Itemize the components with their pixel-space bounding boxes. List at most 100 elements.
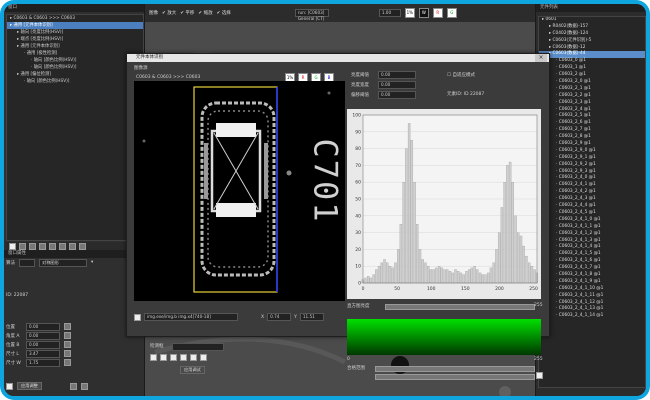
apply-debug-button[interactable]: 应用调试 — [180, 366, 205, 374]
list-item[interactable]: ▸ C0603(数据)-44 — [539, 51, 645, 59]
tool-select[interactable]: ✔ 选择 — [217, 10, 231, 16]
list-item[interactable]: · C0603_2_9_2 @1 — [539, 162, 645, 169]
list-item[interactable]: ▸ C0603(元件识别)-5 — [539, 38, 645, 45]
tree-row[interactable]: ▸ 通用 [偏位检测] — [7, 71, 143, 78]
chip-red[interactable]: R — [432, 8, 443, 18]
list-item[interactable]: · C0603_2_3 @1 — [539, 100, 645, 107]
algo-select[interactable]: 对称图形 — [39, 258, 87, 267]
tool-zoom-in[interactable]: ✔ 放大 — [162, 10, 176, 16]
apply-icon[interactable] — [6, 382, 13, 390]
property-input[interactable]: 0.00 — [26, 331, 60, 340]
chip-percent[interactable]: 1% — [404, 8, 415, 18]
stepper-icon[interactable] — [64, 350, 71, 357]
grid-icon[interactable] — [170, 354, 177, 361]
list-item[interactable]: ▸ C0402(数据)-124 — [539, 31, 645, 38]
select-icon[interactable] — [150, 354, 157, 361]
tree-row[interactable]: · 通用 [极性检测] — [7, 50, 143, 57]
lock-icon[interactable] — [200, 354, 207, 361]
property-input[interactable]: 0.00 — [26, 322, 60, 331]
list-item[interactable]: · C0603_2_4_3 @1 — [539, 196, 645, 203]
list-item[interactable]: · C0603_2_4_1_11 @1 — [539, 293, 645, 300]
tree-row[interactable]: ▸ 通用 [元件本体识别] — [7, 22, 143, 29]
link-icon[interactable] — [190, 354, 197, 361]
range-slider-upper[interactable] — [375, 366, 535, 372]
list-item[interactable]: · C0603_2_4_5 @1 — [539, 210, 645, 217]
settings-icon[interactable] — [69, 242, 76, 250]
list-item[interactable]: · C0603_2_4_1_8 @1 — [539, 272, 645, 279]
threshold-input[interactable]: 0.00 — [378, 81, 416, 89]
list-item[interactable]: · C0603_2_2 @1 — [539, 93, 645, 100]
inspect-box-field[interactable] — [172, 343, 224, 351]
stepper-icon[interactable] — [64, 341, 71, 348]
list-item[interactable]: · C0603_2_0 @1 — [539, 79, 645, 86]
tree-row[interactable]: ▸ 轴向 [亮度比例(HSV)] — [7, 29, 143, 36]
property-input[interactable]: 0.00 — [26, 340, 60, 349]
chip-green[interactable]: G — [446, 8, 457, 18]
tree-row[interactable]: · 轴向 [颜色比例(HSV)] — [7, 64, 143, 71]
list-item[interactable]: · C0603_2_4_1_9 @1 — [539, 279, 645, 286]
close-icon[interactable]: × — [535, 54, 547, 62]
list-item[interactable]: · C0603_1 @1 — [539, 65, 645, 72]
chip-white[interactable]: W — [418, 8, 429, 18]
hist-brightness-slider[interactable] — [385, 304, 535, 310]
move-up-icon[interactable] — [49, 242, 56, 250]
x-field[interactable]: 0.74 — [267, 313, 292, 321]
inspection-image[interactable]: C701 — [134, 81, 345, 301]
apply-button[interactable]: 应用调整 — [17, 382, 42, 390]
export-icon[interactable] — [80, 382, 88, 390]
list-item[interactable]: · C0603_2 @1 — [539, 72, 645, 79]
delete-icon[interactable] — [39, 242, 46, 250]
list-item[interactable]: · C0603_2_4 @1 — [539, 107, 645, 114]
list-item[interactable]: · C0603_2_4_1_1 @1 — [539, 224, 645, 231]
tool-pan[interactable]: ✔ 平移 — [180, 10, 194, 16]
tree-row[interactable]: · 轴向 [颜色比例(HSV)] — [7, 78, 143, 85]
dialog-titlebar[interactable]: 元件本体识别 × — [127, 54, 549, 62]
stepper-icon[interactable] — [64, 359, 71, 366]
image-path-field[interactable]: img.exe/img.b img.x4[740-18] — [144, 313, 238, 321]
list-item[interactable]: · C0603_2_4_1_14 @1 — [539, 313, 645, 320]
list-item[interactable]: · C0603_2_4_1_0 @1 — [539, 217, 645, 224]
tree-row[interactable]: ▸ 通用 [元件本体识别] — [7, 43, 143, 50]
threshold-input[interactable]: 0.00 — [378, 91, 416, 99]
list-item[interactable]: · C0603_0 @1 — [539, 58, 645, 65]
tool-scale[interactable]: ✔ 缩放 — [198, 10, 212, 16]
list-item[interactable]: ▸ 0601 — [539, 17, 645, 24]
tree-row[interactable]: ▸ C0603 & C0603 >>> C0603 — [7, 15, 143, 22]
range-slider-lower[interactable] — [375, 374, 535, 380]
list-item[interactable]: · C0603_2_9 @1 — [539, 141, 645, 148]
list-item[interactable]: ▸ R0402(数据)-157 — [539, 24, 645, 31]
list-item[interactable]: · C0603_2_4_1_2 @1 — [539, 231, 645, 238]
list-item[interactable]: · C0603_2_1 @1 — [539, 86, 645, 93]
rect-icon[interactable] — [160, 354, 167, 361]
element-list[interactable]: ▸ 0601 ▸ R0402(数据)-157 ▸ C0402(数据)-124 ▸ C0… — [538, 16, 646, 388]
stepper-icon[interactable] — [64, 332, 71, 339]
copy-icon[interactable] — [19, 242, 26, 250]
list-item[interactable]: · C0603_2_6 @1 — [539, 120, 645, 127]
list-item[interactable]: · C0603_2_7 @1 — [539, 127, 645, 134]
add-icon[interactable] — [9, 242, 16, 250]
tree-row[interactable]: · 轴向 [颜色比例(HSV)] — [7, 57, 143, 64]
zoom-field[interactable]: 1.00 — [378, 9, 401, 17]
list-item[interactable]: · C0603_2_5 @1 — [539, 113, 645, 120]
adaptive-checkbox[interactable]: ☐ 自适应模式 — [447, 72, 475, 78]
list-item[interactable]: · C0603_2_8 @1 — [539, 134, 645, 141]
paste-icon[interactable] — [29, 242, 36, 250]
tree-row[interactable]: ▸ 端点 [亮度比例(HSV)] — [7, 36, 143, 43]
list-item[interactable]: · C0603_2_4_1_7 @1 — [539, 265, 645, 272]
property-input[interactable]: 3.47 — [26, 349, 60, 358]
list-item[interactable]: · C0603_2_4_1_10 @1 — [539, 286, 645, 293]
algo-index[interactable] — [19, 258, 35, 267]
chevron-down-icon[interactable]: ▾ — [91, 260, 93, 265]
stepper-icon[interactable] — [64, 323, 71, 330]
refresh-icon[interactable] — [79, 242, 86, 250]
move-down-icon[interactable] — [59, 242, 66, 250]
component-tree[interactable]: ▸ C0603 & C0603 >>> C0603 ▸ 通用 [元件本体识别] ▸ … — [6, 14, 144, 241]
threshold-input[interactable]: 0.00 — [378, 71, 416, 79]
range-handle-icon[interactable] — [536, 372, 543, 379]
cut-icon[interactable] — [180, 354, 187, 361]
list-item[interactable]: · C0603_2_9_1 @1 — [539, 155, 645, 162]
list-item[interactable]: · C0603_2_9_0 @1 — [539, 148, 645, 155]
y-field[interactable]: 11.51 — [299, 313, 324, 321]
list-item[interactable]: · C0603_2_4_4 @1 — [539, 203, 645, 210]
save-icon[interactable] — [69, 382, 77, 390]
